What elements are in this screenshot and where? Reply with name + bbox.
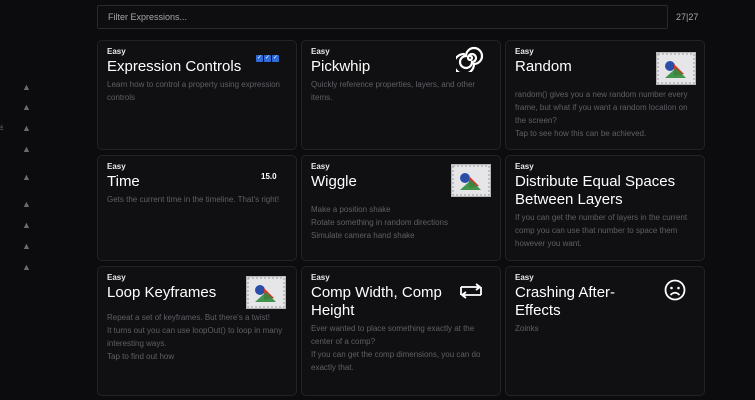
card-description: Gets the current time in the timeline. T…: [107, 193, 287, 206]
card-description: Make a position shake Rotate something i…: [311, 203, 491, 242]
card-title: Crashing After-Effects: [515, 284, 616, 319]
card-description-line: random() gives you a new random number e…: [515, 90, 688, 125]
card-description: Repeat a set of keyframes. But there's a…: [107, 311, 287, 363]
card-description-line: Rotate something in random directions: [311, 218, 448, 227]
card-distribute-equal-spaces[interactable]: Easy Distribute Equal Spaces Between Lay…: [505, 155, 705, 261]
card-description: random() gives you a new random number e…: [515, 88, 695, 140]
card-description-line: Ever wanted to place something exactly a…: [311, 324, 475, 346]
checkbox-group: ✓ ✓ ✓: [256, 55, 279, 62]
time-value: 15.0: [261, 172, 277, 181]
card-expression-controls[interactable]: Easy Expression Controls Learn how to co…: [97, 40, 297, 150]
card-wiggle[interactable]: Easy Wiggle Make a position shake Rotate…: [301, 155, 501, 261]
card-description-line: Quickly reference properties, layers, an…: [311, 80, 476, 102]
image-placeholder-icon: [451, 164, 491, 197]
card-description-line: Learn how to control a property using ex…: [107, 80, 280, 102]
frowning-face-icon: [664, 279, 686, 301]
card-description-line: If you can get the comp dimensions, you …: [311, 350, 481, 372]
image-placeholder-icon: [656, 52, 696, 85]
card-description: Zoinks: [515, 322, 695, 335]
card-time[interactable]: Easy Time Gets the current time in the t…: [97, 155, 297, 261]
card-pickwhip[interactable]: Easy Pickwhip Quickly reference properti…: [301, 40, 501, 150]
spiral-icon: [456, 46, 484, 72]
checkbox-checked-icon: ✓: [272, 55, 279, 62]
cursor-arrow-icon[interactable]: ▲: [22, 172, 31, 182]
card-description-line: Tap to see how this can be achieved.: [515, 129, 647, 138]
card-description-line: Simulate camera hand shake: [311, 231, 415, 240]
card-title: Time: [107, 173, 140, 190]
card-description-line: Repeat a set of keyframes. But there's a…: [107, 313, 270, 322]
card-description-line: It turns out you can use loopOut() to lo…: [107, 326, 283, 348]
card-title: Comp Width, Comp Height: [311, 284, 442, 319]
card-description: Ever wanted to place something exactly a…: [311, 322, 491, 374]
difficulty-badge: Easy: [311, 273, 330, 282]
loop-arrows-icon: [460, 283, 482, 299]
cursor-arrow-icon[interactable]: ▲: [22, 220, 31, 230]
result-count: 27|27: [676, 12, 699, 22]
card-crashing-after-effects[interactable]: Easy Crashing After-Effects Zoinks: [505, 266, 705, 396]
cursor-arrow-icon[interactable]: ▲: [22, 199, 31, 209]
checkbox-checked-icon: ✓: [264, 55, 271, 62]
card-description-line: Tap to find out how: [107, 352, 175, 361]
cursor-arrow-icon[interactable]: ▲: [22, 241, 31, 251]
cursor-arrow-icon[interactable]: ▲: [22, 123, 31, 133]
image-placeholder-icon: [246, 276, 286, 309]
cursor-arrow-icon[interactable]: ▲: [22, 102, 31, 112]
difficulty-badge: Easy: [515, 162, 534, 171]
card-description-line: If you can get the number of layers in t…: [515, 213, 688, 248]
card-random[interactable]: Easy Random random() gives you a new ran…: [505, 40, 705, 150]
card-description: If you can get the number of layers in t…: [515, 211, 695, 250]
card-loop-keyframes[interactable]: Easy Loop Keyframes Repeat a set of keyf…: [97, 266, 297, 396]
cursor-arrow-icon[interactable]: ▲: [22, 82, 31, 92]
sidebar-edge-label: s: [0, 124, 3, 132]
card-title: Distribute Equal Spaces Between Layers: [515, 173, 676, 208]
cursor-arrow-icon[interactable]: ▲: [22, 144, 31, 154]
checkbox-checked-icon: ✓: [256, 55, 263, 62]
card-description-line: Make a position shake: [311, 205, 391, 214]
card-description: Learn how to control a property using ex…: [107, 78, 287, 104]
filter-expressions-input[interactable]: [97, 5, 668, 29]
card-comp-width-height[interactable]: Easy Comp Width, Comp Height Ever wanted…: [301, 266, 501, 396]
card-description: Quickly reference properties, layers, an…: [311, 78, 491, 104]
cursor-arrow-icon[interactable]: ▲: [22, 262, 31, 272]
difficulty-badge: Easy: [107, 162, 126, 171]
card-description-line: Gets the current time in the timeline. T…: [107, 195, 280, 204]
card-description-line: Zoinks: [515, 324, 539, 333]
